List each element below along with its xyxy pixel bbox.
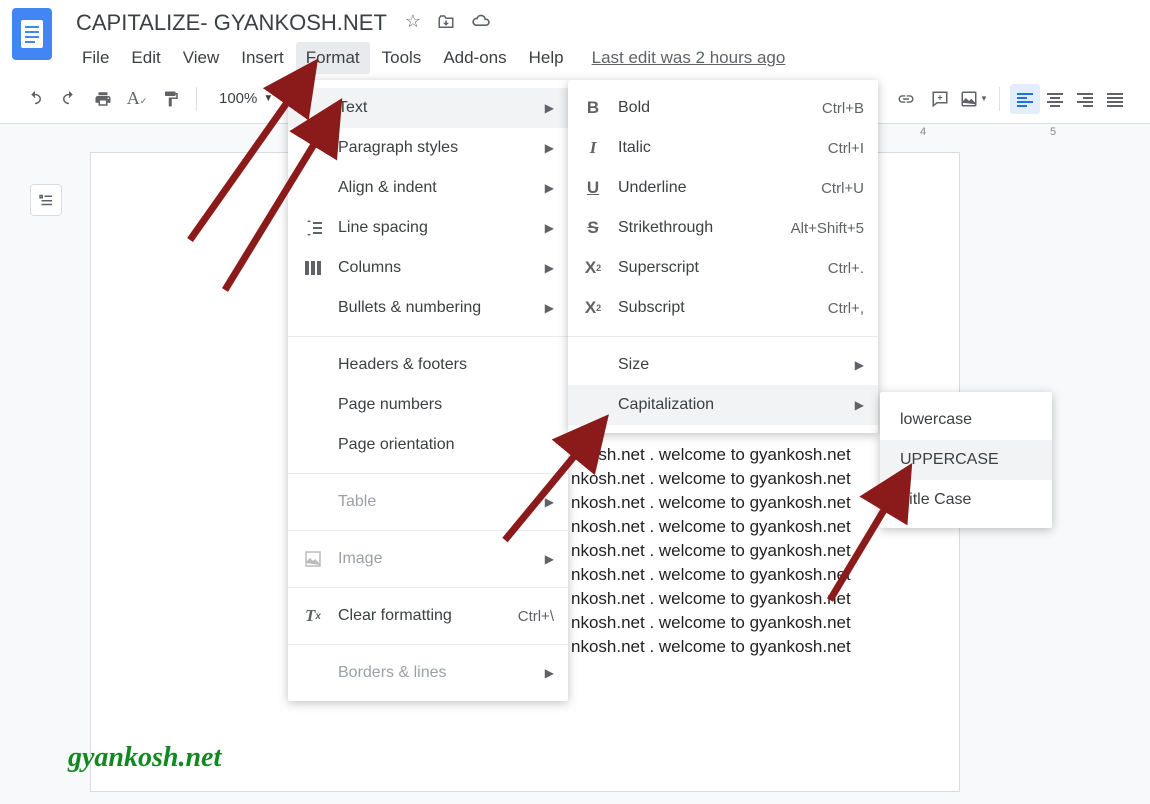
menu-item-uppercase[interactable]: UPPERCASE bbox=[880, 440, 1052, 480]
align-left-icon[interactable] bbox=[1010, 84, 1040, 114]
clear-format-icon: Tx bbox=[302, 606, 324, 626]
subscript-icon: X2 bbox=[582, 298, 604, 318]
menu-item-align-indent[interactable]: Align & indent▶ bbox=[288, 168, 568, 208]
document-title[interactable]: CAPITALIZE- GYANKOSH.NET bbox=[72, 8, 391, 38]
menu-item-superscript[interactable]: X2 SuperscriptCtrl+. bbox=[568, 248, 878, 288]
image-icon[interactable]: ▼ bbox=[959, 84, 989, 114]
spellcheck-icon[interactable]: A✓ bbox=[122, 84, 152, 114]
paint-format-icon[interactable] bbox=[156, 84, 186, 114]
bold-icon: B bbox=[582, 98, 604, 118]
zoom-select[interactable]: 100% ▼ bbox=[207, 90, 285, 107]
menu-item-bullets-numbering[interactable]: Bullets & numbering▶ bbox=[288, 288, 568, 328]
menu-item-underline[interactable]: U UnderlineCtrl+U bbox=[568, 168, 878, 208]
menu-addons[interactable]: Add-ons bbox=[433, 42, 516, 74]
link-icon[interactable] bbox=[891, 84, 921, 114]
format-menu-popup: Text ▶ Paragraph styles▶ Align & indent▶… bbox=[288, 80, 568, 701]
menu-item-image: Image▶ bbox=[288, 539, 568, 579]
menu-item-bold[interactable]: B BoldCtrl+B bbox=[568, 88, 878, 128]
undo-icon[interactable] bbox=[20, 84, 50, 114]
menu-item-subscript[interactable]: X2 SubscriptCtrl+, bbox=[568, 288, 878, 328]
align-right-icon[interactable] bbox=[1070, 84, 1100, 114]
menu-item-columns[interactable]: Columns▶ bbox=[288, 248, 568, 288]
menu-item-paragraph-styles[interactable]: Paragraph styles▶ bbox=[288, 128, 568, 168]
superscript-icon: X2 bbox=[582, 258, 604, 278]
move-icon[interactable] bbox=[437, 13, 455, 38]
menu-item-borders-lines: Borders & lines▶ bbox=[288, 653, 568, 693]
chevron-right-icon: ▶ bbox=[545, 101, 554, 115]
menu-item-page-orientation[interactable]: Page orientation bbox=[288, 425, 568, 465]
outline-icon[interactable] bbox=[30, 184, 62, 216]
menu-item-size[interactable]: Size▶ bbox=[568, 345, 878, 385]
image-icon bbox=[302, 550, 324, 568]
menu-bar: File Edit View Insert Format Tools Add-o… bbox=[72, 42, 1138, 74]
app-header: CAPITALIZE- GYANKOSH.NET ☆ File Edit Vie… bbox=[0, 0, 1150, 74]
docs-logo-icon[interactable] bbox=[12, 8, 52, 60]
menu-item-titlecase[interactable]: Title Case bbox=[880, 480, 1052, 520]
menu-format[interactable]: Format bbox=[296, 42, 370, 74]
menu-item-strikethrough[interactable]: S StrikethroughAlt+Shift+5 bbox=[568, 208, 878, 248]
menu-item-line-spacing[interactable]: Line spacing▶ bbox=[288, 208, 568, 248]
text-menu-popup: B BoldCtrl+B I ItalicCtrl+I U UnderlineC… bbox=[568, 80, 878, 433]
menu-file[interactable]: File bbox=[72, 42, 119, 74]
align-center-icon[interactable] bbox=[1040, 84, 1070, 114]
cloud-status-icon[interactable] bbox=[471, 11, 491, 36]
menu-item-text[interactable]: Text ▶ bbox=[288, 88, 568, 128]
menu-item-clear-formatting[interactable]: Tx Clear formatting Ctrl+\ bbox=[288, 596, 568, 636]
last-edit-link[interactable]: Last edit was 2 hours ago bbox=[592, 48, 786, 68]
underline-icon: U bbox=[582, 178, 604, 198]
menu-item-page-numbers[interactable]: Page numbers bbox=[288, 385, 568, 425]
line-spacing-icon bbox=[302, 219, 324, 237]
menu-tools[interactable]: Tools bbox=[372, 42, 432, 74]
italic-icon: I bbox=[582, 138, 604, 158]
watermark: gyankosh.net bbox=[68, 742, 221, 774]
print-icon[interactable] bbox=[88, 84, 118, 114]
document-text[interactable]: nkosh.net . welcome to gyankosh.net nkos… bbox=[571, 443, 851, 659]
menu-item-italic[interactable]: I ItalicCtrl+I bbox=[568, 128, 878, 168]
chevron-down-icon: ▼ bbox=[263, 93, 273, 104]
redo-icon[interactable] bbox=[54, 84, 84, 114]
menu-item-table: Table▶ bbox=[288, 482, 568, 522]
star-icon[interactable]: ☆ bbox=[405, 11, 421, 36]
menu-item-headers-footers[interactable]: Headers & footers bbox=[288, 345, 568, 385]
menu-item-capitalization[interactable]: Capitalization▶ bbox=[568, 385, 878, 425]
menu-help[interactable]: Help bbox=[519, 42, 574, 74]
align-justify-icon[interactable] bbox=[1100, 84, 1130, 114]
capitalization-menu-popup: lowercase UPPERCASE Title Case bbox=[880, 392, 1052, 528]
menu-edit[interactable]: Edit bbox=[121, 42, 170, 74]
columns-icon bbox=[302, 259, 324, 277]
menu-item-lowercase[interactable]: lowercase bbox=[880, 400, 1052, 440]
menu-view[interactable]: View bbox=[173, 42, 230, 74]
comment-icon[interactable] bbox=[925, 84, 955, 114]
strikethrough-icon: S bbox=[582, 218, 604, 238]
menu-insert[interactable]: Insert bbox=[231, 42, 294, 74]
